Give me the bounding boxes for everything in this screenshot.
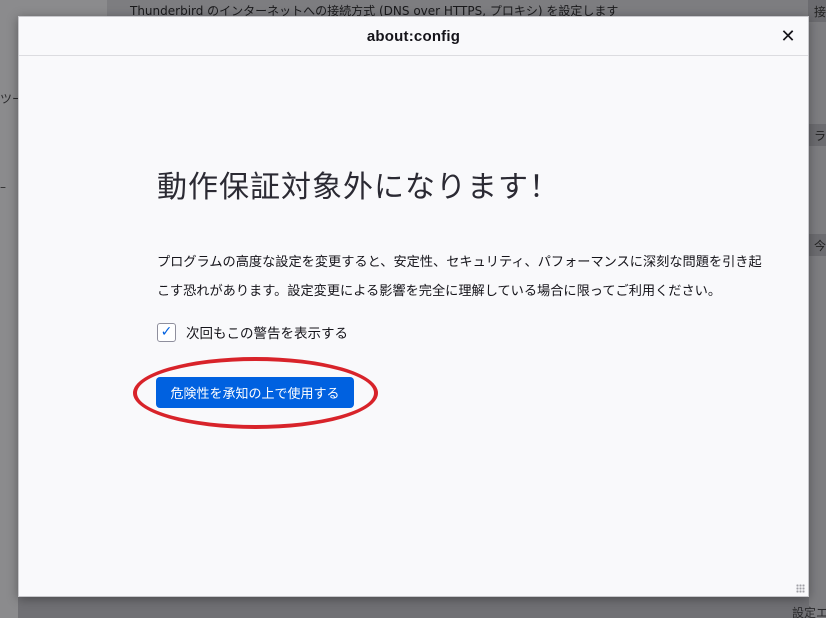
background-bottom-strip xyxy=(18,597,809,618)
background-left-fragment: – xyxy=(0,180,6,194)
show-warning-checkbox-label[interactable]: 次回もこの警告を表示する xyxy=(186,322,348,342)
dialog-title: about:config xyxy=(366,27,461,45)
background-tab: ライ xyxy=(808,124,826,146)
background-tab: 今 xyxy=(808,234,826,256)
about-config-dialog: about:config ✕ 動作保証対象外になります！ プログラムの高度な設定… xyxy=(18,16,809,597)
accept-risk-button[interactable]: 危険性を承知の上で使用する xyxy=(156,377,354,408)
dialog-header: about:config ✕ xyxy=(19,17,808,56)
close-icon[interactable]: ✕ xyxy=(778,26,798,47)
warning-heading: 動作保証対象外になります！ xyxy=(157,170,560,205)
background-bottom-right-text: 設定エ xyxy=(792,606,826,618)
show-warning-checkbox-row[interactable]: ✓ 次回もこの警告を表示する xyxy=(157,322,348,342)
background-tab: 接 xyxy=(808,0,826,22)
warning-description: プログラムの高度な設定を変更すると、安定性、セキュリティ、パフォーマンスに深刻な… xyxy=(157,255,762,299)
resize-grip-icon[interactable] xyxy=(796,584,805,593)
show-warning-checkbox[interactable]: ✓ xyxy=(157,322,176,342)
